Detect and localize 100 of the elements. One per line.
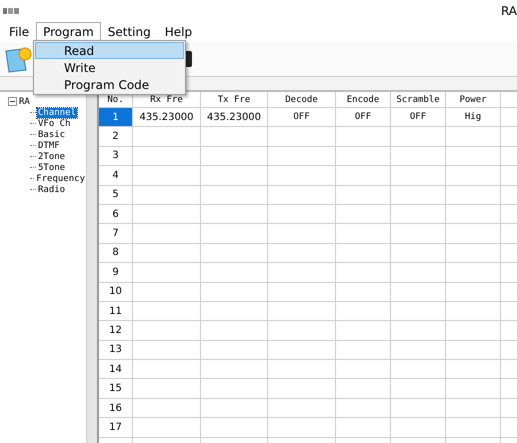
- menu-item[interactable]: Read: [35, 42, 184, 59]
- table-cell: [133, 282, 201, 302]
- table-cell: [391, 398, 446, 418]
- row-number[interactable]: 12: [99, 321, 133, 341]
- table-cell: [201, 263, 268, 283]
- table-cell: [268, 204, 336, 224]
- table-cell: [268, 398, 336, 418]
- row-number[interactable]: 4: [99, 166, 133, 186]
- table-cell: [446, 340, 501, 360]
- table-cell: [268, 166, 336, 186]
- table-cell: [201, 282, 268, 302]
- tree-item[interactable]: Radio: [37, 184, 66, 194]
- table-cell: [336, 127, 391, 147]
- table-cell: [336, 186, 391, 205]
- table-cell: [336, 340, 391, 360]
- column-header[interactable]: Encode: [336, 92, 391, 108]
- tree-item[interactable]: Basic: [37, 130, 66, 140]
- table-cell: [336, 146, 391, 166]
- new-file-icon[interactable]: [4, 46, 34, 72]
- tree-item[interactable]: Frequency: [35, 174, 86, 184]
- table-cell: [133, 224, 201, 244]
- table-cell: [391, 244, 446, 264]
- collapse-toggle[interactable]: [8, 97, 17, 106]
- row-number[interactable]: 16: [99, 398, 133, 418]
- table-cell: [446, 418, 501, 438]
- row-number[interactable]: 8: [99, 244, 133, 264]
- table-cell: [446, 127, 501, 147]
- table-cell: [133, 263, 201, 283]
- table-cell: [201, 204, 268, 224]
- table-cell: [133, 186, 201, 205]
- table-cell: [201, 321, 268, 341]
- table-cell: [446, 321, 501, 341]
- menu-item[interactable]: Program Code: [35, 76, 184, 93]
- menu-item[interactable]: Write: [35, 59, 184, 76]
- table-cell: [336, 360, 391, 380]
- row-number[interactable]: 3: [99, 146, 133, 166]
- table-cell: [446, 146, 501, 166]
- table-cell: [201, 398, 268, 418]
- table-cell: [268, 224, 336, 244]
- menu-item[interactable]: Setting: [100, 22, 158, 42]
- menu-item[interactable]: Help: [158, 22, 200, 42]
- app-icon: [3, 7, 19, 15]
- row-number[interactable]: 15: [99, 379, 133, 399]
- table-cell: [391, 340, 446, 360]
- table-cell: [446, 224, 501, 244]
- table-cell: [446, 379, 501, 399]
- column-header[interactable]: Decode: [268, 92, 336, 108]
- table-cell: [133, 321, 201, 341]
- table-cell: [446, 282, 501, 302]
- row-number[interactable]: 10: [99, 282, 133, 302]
- table-cell: [133, 204, 201, 224]
- row-number[interactable]: 9: [99, 263, 133, 283]
- row-number[interactable]: 2: [99, 127, 133, 147]
- table-cell: [201, 379, 268, 399]
- table-cell: [336, 418, 391, 438]
- table-cell: [446, 398, 501, 418]
- row-number[interactable]: 5: [99, 186, 133, 205]
- column-header[interactable]: Scramble: [391, 92, 446, 108]
- tree-item[interactable]: Channel: [37, 108, 77, 118]
- tree-item[interactable]: 2Tone: [37, 152, 66, 162]
- table-cell: [391, 321, 446, 341]
- row-number[interactable]: 7: [99, 224, 133, 244]
- table-cell: [446, 244, 501, 264]
- table-cell: [201, 186, 268, 205]
- table-cell: [446, 186, 501, 205]
- tree-item[interactable]: DTMF: [37, 140, 61, 150]
- column-header[interactable]: Power: [446, 92, 501, 108]
- table-cell: [133, 302, 201, 322]
- table-cell: OFF: [336, 108, 391, 128]
- table-cell: [391, 360, 446, 380]
- tree-item[interactable]: 5Tone: [37, 162, 66, 172]
- table-cell: [133, 244, 201, 264]
- table-cell: [391, 224, 446, 244]
- table-cell: [201, 224, 268, 244]
- row-number[interactable]: 17: [99, 418, 133, 438]
- table-cell: [201, 166, 268, 186]
- table-cell: [391, 282, 446, 302]
- table-cell: [133, 340, 201, 360]
- table-cell: [133, 360, 201, 380]
- tree-item[interactable]: RA: [19, 96, 30, 106]
- table-cell: [336, 244, 391, 264]
- table-cell: [336, 204, 391, 224]
- table-cell: [133, 146, 201, 166]
- row-number[interactable]: 13: [99, 340, 133, 360]
- table-cell: [391, 302, 446, 322]
- table-cell: [201, 244, 268, 264]
- column-header[interactable]: Tx Fre: [201, 92, 268, 108]
- menu-item[interactable]: File: [2, 22, 36, 42]
- table-cell: [336, 263, 391, 283]
- row-number[interactable]: 6: [99, 204, 133, 224]
- table-cell: [201, 360, 268, 380]
- row-number[interactable]: 1: [99, 108, 133, 128]
- tree-item[interactable]: VFo Ch: [37, 118, 72, 128]
- menu-item[interactable]: Program: [36, 22, 101, 42]
- row-number[interactable]: 11: [99, 302, 133, 322]
- row-number[interactable]: 14: [99, 360, 133, 380]
- table-cell: [133, 398, 201, 418]
- table-cell: [268, 340, 336, 360]
- table-cell: [133, 127, 201, 147]
- table-cell: [268, 146, 336, 166]
